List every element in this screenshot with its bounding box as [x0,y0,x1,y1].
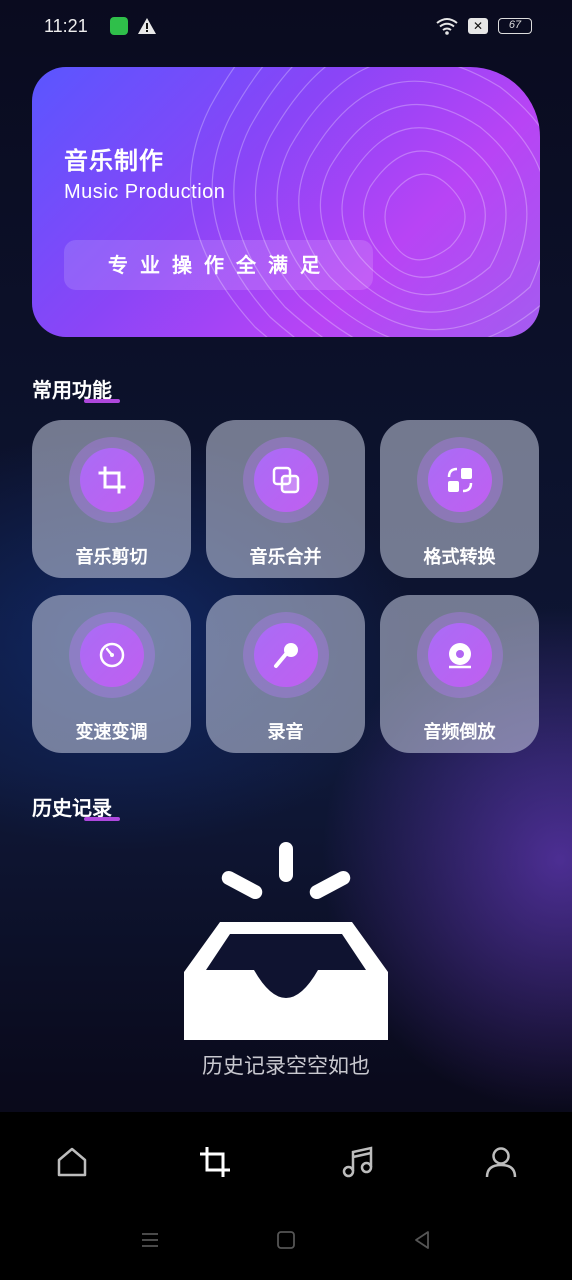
nav-home[interactable] [0,1112,143,1212]
history-title: 历史记录 [32,792,120,821]
merge-icon [272,466,299,494]
feature-label: 音乐剪切 [75,547,148,568]
title-accent-underline [84,817,120,821]
banner-tagline: 专业操作全满足 [64,240,373,290]
feature-label: 音频倒放 [423,722,496,743]
history-empty-text: 历史记录空空如也 [202,1054,370,1078]
music-production-banner[interactable]: 音乐制作 Music Production 专业操作全满足 [32,67,540,337]
title-accent-underline [84,399,120,403]
feature-tile-music-cut[interactable]: 音乐剪切 [32,420,191,578]
feature-tile-speed-pitch[interactable]: 变速变调 [32,595,191,753]
status-bar: 11:21 ✕ 67 [0,0,572,52]
feature-label: 录音 [267,722,304,743]
menu-icon[interactable] [138,1228,162,1252]
x-icon: ✕ [468,18,488,34]
crop-icon [98,466,125,494]
microphone-icon [273,643,298,668]
music-note-icon [342,1146,372,1178]
profile-icon [485,1147,516,1178]
home-square-icon[interactable] [274,1228,298,1252]
feature-label: 变速变调 [75,722,148,743]
crop-icon [199,1147,230,1177]
nav-music[interactable] [286,1112,429,1212]
speed-dial-icon [99,642,124,668]
feature-tile-recording[interactable]: 录音 [206,595,365,753]
wave-lines-decoration [190,67,540,337]
feature-label: 音乐合并 [249,547,322,568]
banner-subtitle: Music Production [64,181,226,203]
empty-inbox-icon [184,842,388,1040]
warning-icon [137,18,156,34]
wifi-icon [436,18,458,35]
back-icon[interactable] [410,1228,434,1252]
common-functions-title: 常用功能 [32,374,120,403]
convert-icon [447,467,472,493]
disc-reverse-icon [448,643,471,669]
bottom-navigation [0,1112,572,1212]
battery-icon: 67 [498,18,532,34]
banner-title: 音乐制作 [64,147,164,175]
feature-tile-format-convert[interactable]: 格式转换 [380,420,539,578]
home-icon [57,1147,86,1177]
nav-profile[interactable] [429,1112,572,1212]
status-time: 11:21 [44,15,88,36]
sim-icon [109,17,128,35]
feature-tile-music-merge[interactable]: 音乐合并 [206,420,365,578]
feature-label: 格式转换 [423,547,496,568]
nav-edit[interactable] [143,1112,286,1212]
feature-tile-audio-reverse[interactable]: 音频倒放 [380,595,539,753]
feature-grid: 音乐剪切 音乐合并 格式转换 变速变调 录音 音频倒放 [32,420,540,753]
system-navigation-bar [0,1200,572,1280]
